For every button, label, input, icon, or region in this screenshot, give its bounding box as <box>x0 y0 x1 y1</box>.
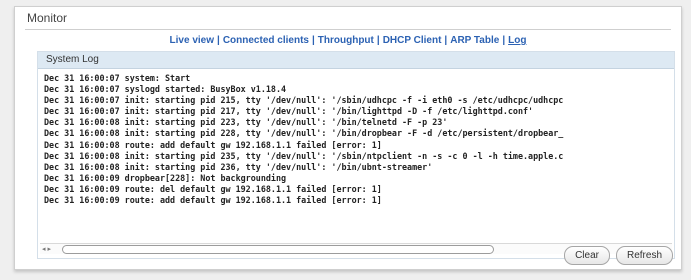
log-line: Dec 31 16:00:07 init: starting pid 215, … <box>44 95 564 106</box>
log-line: Dec 31 16:00:07 init: starting pid 217, … <box>44 106 534 117</box>
log-line: Dec 31 16:00:08 init: starting pid 235, … <box>44 150 564 161</box>
nav-separator: | <box>311 35 315 46</box>
nav-connected-clients[interactable]: Connected clients <box>223 35 309 46</box>
log-line: Dec 31 16:00:08 init: starting pid 223, … <box>44 117 448 128</box>
nav-separator: | <box>376 35 380 46</box>
log-content: Dec 31 16:00:07 system: Start Dec 31 16:… <box>44 73 668 243</box>
scrollbar-thumb[interactable] <box>62 245 494 254</box>
nav-log[interactable]: Log <box>508 35 526 46</box>
monitor-nav: Live view | Connected clients | Throughput | D… <box>15 35 681 46</box>
scroll-left-arrows[interactable]: ◂ ▸ <box>42 244 60 254</box>
panel-title: System Log <box>38 52 674 69</box>
nav-throughput[interactable]: Throughput <box>318 35 374 46</box>
title-divider <box>25 29 671 30</box>
action-buttons: Clear Refresh <box>564 246 673 265</box>
system-log-panel: System Log Dec 31 16:00:07 system: Start… <box>37 51 675 259</box>
log-line: Dec 31 16:00:09 route: add default gw 19… <box>44 195 382 206</box>
log-line: Dec 31 16:00:09 dropbear[228]: Not backg… <box>44 172 287 183</box>
nav-separator: | <box>217 35 220 46</box>
nav-separator: | <box>444 35 448 46</box>
nav-arp-table[interactable]: ARP Table <box>450 35 499 46</box>
clear-button[interactable]: Clear <box>564 246 610 265</box>
page-title: Monitor <box>27 11 68 25</box>
refresh-button[interactable]: Refresh <box>615 246 673 265</box>
log-line: Dec 31 16:00:08 route: add default gw 19… <box>44 139 382 150</box>
nav-dhcp-client[interactable]: DHCP Client <box>383 35 442 46</box>
log-line: Dec 31 16:00:08 init: starting pid 228, … <box>44 128 564 139</box>
monitor-window: Monitor Live view | Connected clients | Thro… <box>14 6 682 270</box>
nav-separator: | <box>502 35 506 46</box>
nav-live-view[interactable]: Live view <box>170 35 214 46</box>
log-line: Dec 31 16:00:09 route: del default gw 19… <box>44 183 382 194</box>
log-line: Dec 31 16:00:07 syslogd started: BusyBox… <box>44 84 287 95</box>
log-line: Dec 31 16:00:07 system: Start <box>44 73 191 83</box>
log-line: Dec 31 16:00:08 init: starting pid 236, … <box>44 161 433 172</box>
